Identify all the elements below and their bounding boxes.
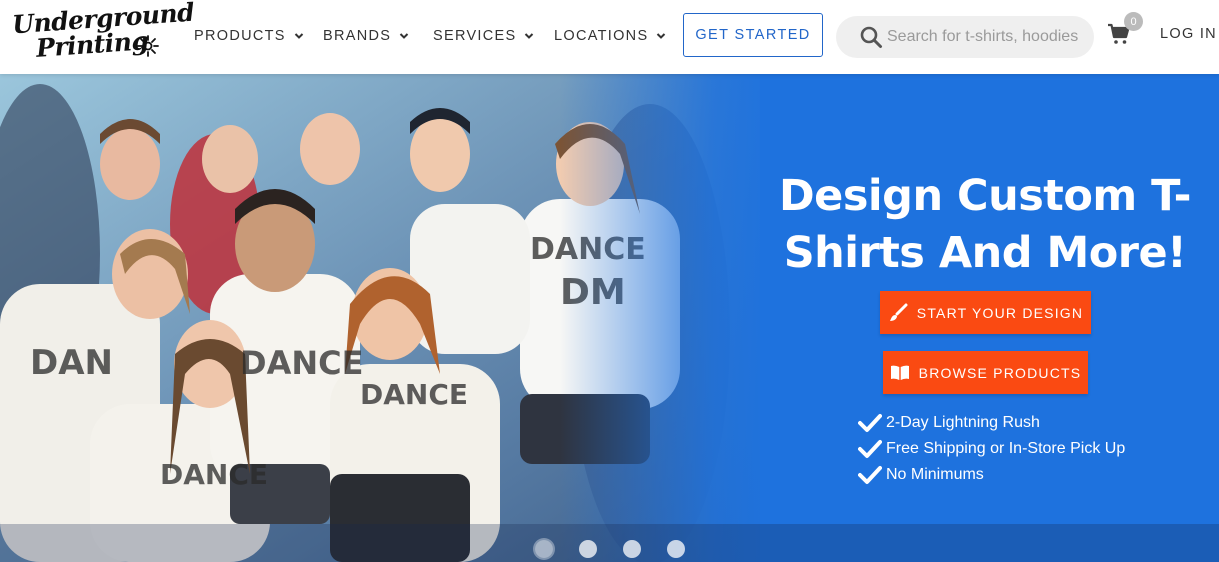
site-header: Underground Printing PRODUCTS BRANDS SER…: [0, 0, 1219, 74]
search-bar[interactable]: [836, 16, 1094, 58]
chevron-down-icon: [657, 33, 666, 39]
get-started-button[interactable]: GET STARTED: [683, 13, 823, 57]
paintbrush-icon: [889, 303, 908, 321]
checkmark-icon: [858, 440, 882, 458]
svg-text:DANCE: DANCE: [160, 458, 268, 491]
browse-products-label: BROWSE PRODUCTS: [918, 364, 1082, 381]
nav-products[interactable]: PRODUCTS: [194, 26, 304, 46]
svg-text:DAN: DAN: [30, 343, 113, 383]
start-your-design-label: START YOUR DESIGN: [916, 304, 1084, 321]
feature-text: Free Shipping or In-Store Pick Up: [886, 440, 1126, 457]
hero-headline-line-1: Design Custom T-: [778, 171, 1192, 221]
carousel-dot-1[interactable]: [535, 540, 553, 558]
nav-brands-label: BRANDS: [323, 28, 392, 44]
svg-text:DANCE: DANCE: [240, 344, 363, 382]
nav-brands[interactable]: BRANDS: [323, 26, 409, 46]
hero-headline-line-2: Shirts And More!: [783, 228, 1187, 278]
feature-item: 2-Day Lightning Rush: [858, 410, 1125, 436]
svg-text:DANCE: DANCE: [360, 378, 468, 411]
checkmark-icon: [858, 466, 882, 484]
hero-gradient: [560, 74, 780, 562]
nav-locations[interactable]: LOCATIONS: [554, 26, 666, 46]
hero-banner: DAN DANCE DANCE DANCE DM DANCE Design Cu…: [0, 74, 1219, 562]
feature-item: Free Shipping or In-Store Pick Up: [858, 436, 1125, 462]
hero-headline: Design Custom T- Shirts And More!: [770, 168, 1200, 282]
logo-flower-icon: [137, 35, 159, 57]
browse-products-button[interactable]: BROWSE PRODUCTS: [883, 351, 1088, 394]
logo[interactable]: Underground Printing: [10, 0, 195, 68]
feature-text: No Minimums: [886, 466, 984, 483]
carousel-dot-4[interactable]: [667, 540, 685, 558]
chevron-down-icon: [525, 33, 534, 39]
carousel-dot-2[interactable]: [579, 540, 597, 558]
cart-count-badge: 0: [1124, 12, 1143, 31]
carousel-dot-3[interactable]: [623, 540, 641, 558]
feature-list: 2-Day Lightning Rush Free Shipping or In…: [858, 410, 1125, 488]
nav-locations-label: LOCATIONS: [554, 28, 649, 44]
checkmark-icon: [858, 414, 882, 432]
chevron-down-icon: [400, 33, 409, 39]
feature-text: 2-Day Lightning Rush: [886, 414, 1040, 431]
feature-item: No Minimums: [858, 462, 1125, 488]
nav-services-label: SERVICES: [433, 28, 517, 44]
search-input[interactable]: [887, 28, 1082, 46]
start-your-design-button[interactable]: START YOUR DESIGN: [880, 291, 1091, 334]
nav-services[interactable]: SERVICES: [433, 26, 534, 46]
chevron-down-icon: [294, 33, 303, 39]
book-icon: [890, 365, 909, 380]
login-link[interactable]: LOG IN: [1160, 26, 1217, 42]
nav-products-label: PRODUCTS: [194, 28, 286, 44]
carousel-controls: [0, 524, 1219, 562]
search-icon: [860, 26, 882, 48]
